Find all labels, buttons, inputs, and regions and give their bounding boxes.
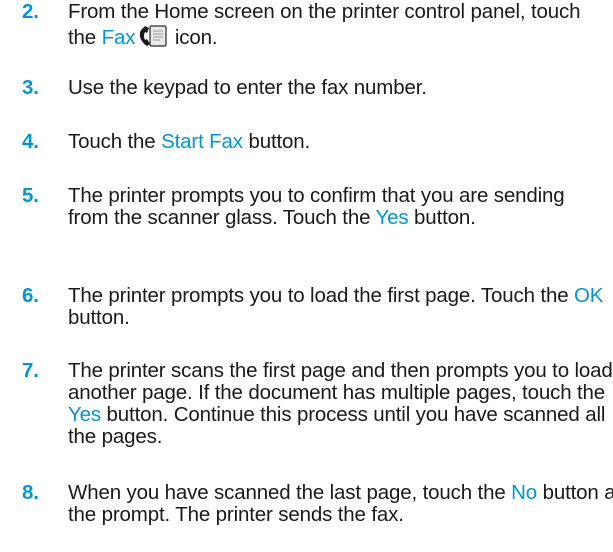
step-number: 5. — [22, 184, 39, 207]
step-8: 8. When you have scanned the last page, … — [22, 482, 613, 526]
step-number: 7. — [22, 359, 39, 382]
step-text: The printer scans the first page and the… — [68, 359, 613, 404]
step-7: 7. The printer scans the first page and … — [22, 360, 613, 448]
step-text: Touch the — [68, 130, 162, 153]
step-text: icon. — [169, 26, 218, 49]
step-text: button. — [68, 306, 130, 329]
step-6: 6. The printer prompts you to load the f… — [22, 285, 608, 329]
fax-icon — [138, 23, 168, 49]
step-text: button. — [408, 206, 476, 229]
step-number: 8. — [22, 481, 39, 504]
step-text: button. Continue this process until you … — [68, 403, 606, 448]
step-text: When you have scanned the last page, tou… — [68, 481, 512, 504]
step-4: 4. Touch the Start Fax button. — [22, 131, 608, 153]
step-text: button. — [242, 130, 311, 153]
step-2: 2. From the Home screen on the printer c… — [22, 1, 608, 49]
start-fax-link[interactable]: Start Fax — [161, 130, 243, 153]
yes-link[interactable]: Yes — [68, 403, 101, 426]
step-text: Use the keypad to enter the fax number. — [68, 76, 427, 99]
step-text: The printer prompts you to load the firs… — [68, 284, 574, 307]
yes-link[interactable]: Yes — [376, 206, 409, 229]
fax-link[interactable]: Fax — [102, 26, 136, 49]
step-5: 5. The printer prompts you to confirm th… — [22, 185, 608, 229]
step-number: 4. — [22, 130, 39, 153]
ok-link[interactable]: OK — [574, 284, 603, 307]
no-link[interactable]: No — [511, 481, 537, 504]
step-text: The printer prompts you to confirm that … — [68, 184, 565, 229]
step-number: 6. — [22, 284, 39, 307]
step-number: 3. — [22, 76, 39, 99]
step-number: 2. — [22, 0, 39, 23]
step-3: 3. Use the keypad to enter the fax numbe… — [22, 77, 608, 99]
